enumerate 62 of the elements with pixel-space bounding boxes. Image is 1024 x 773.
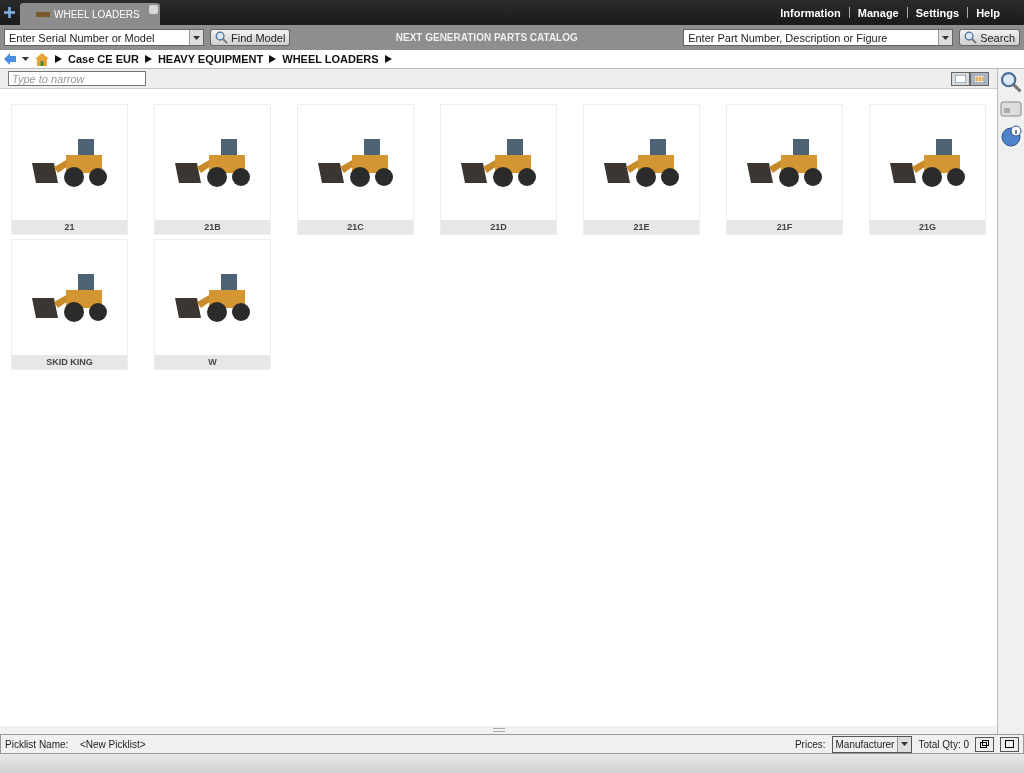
picklist-label: Picklist Name: (5, 738, 69, 750)
arrow-icon (384, 55, 392, 63)
model-card[interactable]: SKID KING (11, 239, 128, 370)
model-card[interactable]: 21E (583, 104, 700, 235)
total-quantity: Total Qty: 0 (918, 738, 969, 750)
menu-link[interactable]: Information (772, 6, 849, 19)
model-label: 21E (584, 220, 699, 234)
model-label: 21F (727, 220, 842, 234)
caret-icon (942, 35, 950, 40)
picklist-name: <New Picklist> (78, 738, 146, 750)
model-label: 21B (155, 220, 270, 234)
splitter-handle[interactable] (492, 728, 505, 732)
search-button[interactable]: Search (959, 29, 1020, 46)
filter-field[interactable]: Type to narrow (8, 71, 146, 86)
find-model-button[interactable]: Find Model (210, 29, 291, 46)
panel-icon (955, 74, 966, 83)
breadcrumb-link[interactable]: WHEEL LOADERS (282, 53, 379, 65)
logo-icon (36, 11, 50, 17)
prices-select[interactable]: Manufacturer (831, 735, 913, 753)
caret-icon (22, 57, 29, 61)
maximize-icon (1005, 740, 1014, 748)
home-icon[interactable] (35, 52, 49, 66)
search-icon (964, 31, 978, 44)
model-label: 21G (870, 220, 985, 234)
caret-icon (193, 35, 200, 40)
arrow-icon (144, 55, 152, 63)
part-search-field[interactable]: Enter Part Number, Description or Figure (683, 29, 954, 46)
model-label: W (155, 355, 270, 369)
tab-label: WHEEL LOADERS (54, 8, 140, 20)
model-card[interactable]: W (154, 239, 271, 370)
list-view-button[interactable] (951, 71, 970, 86)
menu-link[interactable]: Settings (907, 6, 968, 19)
model-card[interactable]: 21C (297, 104, 414, 235)
catalog-title: NEXT GENERATION PARTS CATALOG (394, 32, 579, 43)
prices-label: Prices: (794, 738, 826, 750)
serial-field[interactable]: Enter Serial Number or Model (4, 29, 204, 46)
arrow-icon (269, 55, 277, 63)
search-icon (215, 31, 228, 44)
model-label: 21C (298, 220, 413, 234)
plus-icon (3, 7, 15, 18)
restore-icon (980, 740, 989, 748)
model-label: 21D (441, 220, 556, 234)
breadcrumb-link[interactable]: Case CE EUR (68, 53, 139, 65)
model-label: 21 (12, 220, 127, 234)
maximize-button[interactable] (1000, 736, 1019, 752)
caret-icon (901, 742, 909, 746)
arrow-icon (55, 55, 62, 63)
model-card[interactable]: 21F (726, 104, 843, 235)
model-card[interactable]: 21B (154, 104, 271, 235)
grid-view-button[interactable] (970, 71, 989, 86)
restore-button[interactable] (975, 736, 994, 752)
model-label: SKID KING (12, 355, 127, 369)
model-card[interactable]: 21D (440, 104, 557, 235)
menu-link[interactable]: Manage (849, 6, 907, 19)
model-card[interactable]: 21G (869, 104, 986, 235)
back-arrow-icon[interactable] (4, 53, 16, 65)
model-card[interactable]: 21 (11, 104, 128, 235)
globe-info-icon[interactable] (1000, 125, 1022, 147)
search-icon (1000, 71, 1022, 93)
menu-link[interactable]: Help (968, 6, 1008, 19)
breadcrumb-link[interactable]: HEAVY EQUIPMENT (157, 53, 264, 65)
grid-icon (974, 74, 985, 83)
